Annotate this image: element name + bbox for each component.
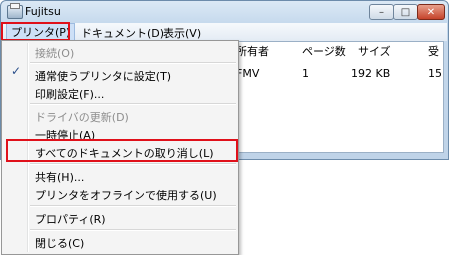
menu-separator — [30, 205, 236, 207]
menu-item-set-default[interactable]: 通常使うプリンタに設定(T) — [35, 68, 171, 84]
menu-separator — [30, 62, 236, 64]
cell-owner: FMV — [236, 67, 260, 80]
menu-item-update-driver: ドライバの更新(D) — [35, 111, 129, 124]
window-title: Fujitsu — [25, 5, 61, 18]
maximize-button[interactable]: □ — [393, 4, 418, 20]
minimize-icon: – — [379, 6, 384, 18]
column-header-size[interactable]: サイズ — [358, 42, 391, 62]
column-header-received[interactable]: 受 — [428, 42, 439, 62]
menu-view[interactable]: 表示(V) — [163, 25, 201, 41]
column-header-owner[interactable]: 所有者 — [236, 42, 269, 62]
checkmark-icon: ✓ — [11, 64, 22, 78]
printer-menu-highlight-box — [1, 22, 70, 41]
menu-item-use-offline[interactable]: プリンタをオフラインで使用する(U) — [35, 187, 217, 203]
menu-separator — [30, 229, 236, 231]
menu-separator — [30, 103, 236, 105]
menu-separator — [30, 163, 236, 165]
menu-item-share[interactable]: 共有(H)... — [35, 169, 84, 185]
close-button[interactable]: ✕ — [417, 4, 445, 20]
minimize-button[interactable]: – — [369, 4, 394, 20]
title-bar[interactable]: Fujitsu – □ ✕ — [1, 1, 448, 23]
menu-document[interactable]: ドキュメント(D) — [81, 25, 164, 41]
column-header-pages[interactable]: ページ数 — [302, 42, 346, 62]
menu-item-close[interactable]: 閉じる(C) — [35, 235, 84, 251]
cancel-all-highlight-box — [6, 139, 238, 162]
cell-size: 192 KB — [351, 67, 391, 80]
cell-received: 15 — [428, 67, 442, 80]
menu-item-properties[interactable]: プロパティ(R) — [35, 211, 106, 227]
menu-item-print-settings[interactable]: 印刷設定(F)... — [35, 86, 104, 102]
maximize-icon: □ — [400, 6, 411, 18]
close-icon: ✕ — [426, 6, 436, 18]
printer-icon — [7, 3, 23, 19]
menu-item-connect: 接続(O) — [35, 47, 75, 60]
cell-pages: 1 — [302, 67, 309, 80]
